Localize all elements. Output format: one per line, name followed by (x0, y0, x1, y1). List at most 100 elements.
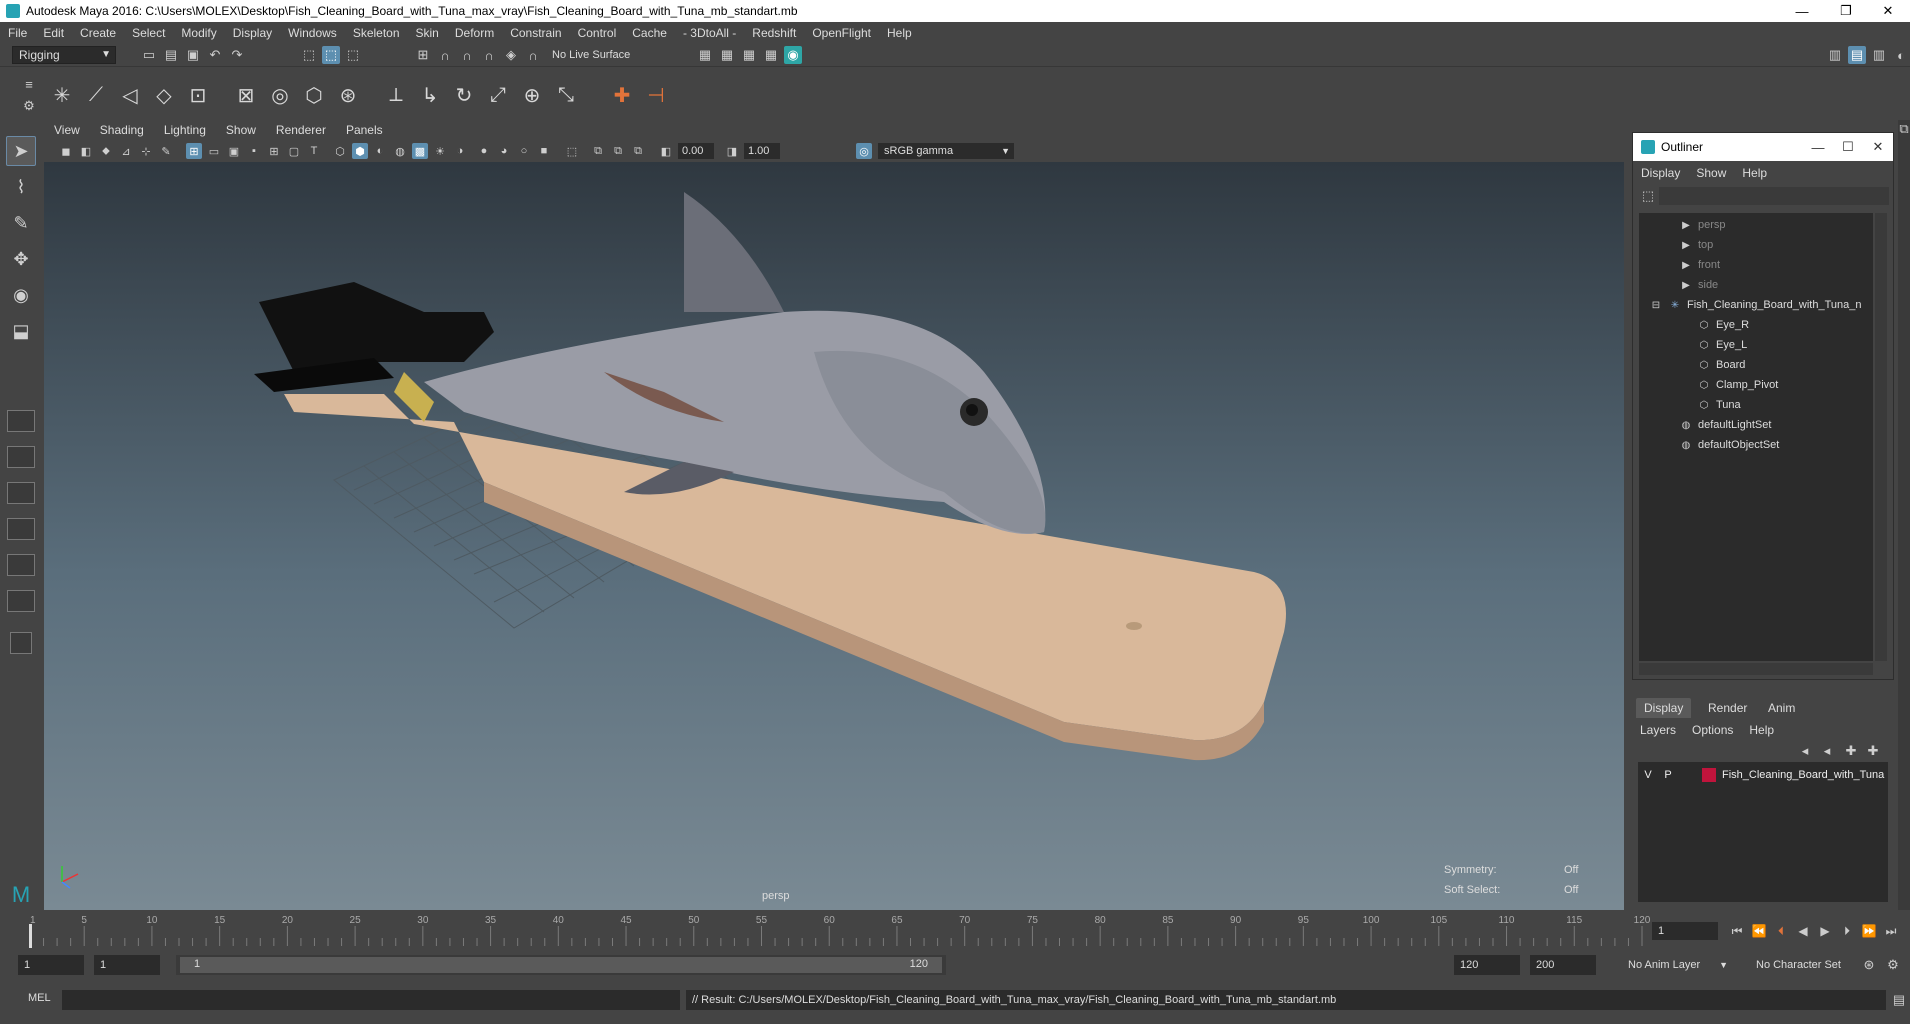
range-slider-handle[interactable]: 1 120 (180, 957, 942, 973)
parent-constraint-icon[interactable]: ⟂ (382, 81, 410, 109)
snap-view-icon[interactable]: ∩ (480, 46, 498, 64)
playback-end-field[interactable]: 120 (1454, 955, 1520, 975)
menu-modify[interactable]: Modify (173, 26, 224, 40)
hypershade-persp-layout-icon[interactable] (7, 590, 35, 612)
xray-icon[interactable]: ⧉ (590, 143, 606, 159)
character-set-dropdown[interactable]: No Character Set (1750, 955, 1870, 975)
layer-menu-help[interactable]: Help (1741, 723, 1782, 737)
two-pane-layout-icon[interactable] (7, 482, 35, 504)
move-layer-down-icon[interactable]: ◂ (1818, 742, 1836, 760)
outliner-horizontal-scrollbar[interactable] (1639, 663, 1873, 675)
float-panel-icon[interactable]: ⧉ (1895, 120, 1910, 138)
viewport-menu-view[interactable]: View (44, 123, 90, 137)
cluster-icon[interactable]: ◎ (266, 81, 294, 109)
hypershade-icon[interactable]: ◉ (784, 46, 802, 64)
film-gate-icon[interactable]: ▭ (206, 143, 222, 159)
open-scene-icon[interactable]: ▤ (162, 46, 180, 64)
anim-layer-dropdown[interactable]: No Anim Layer ▼ (1622, 955, 1732, 975)
rotate-tool-icon[interactable]: ◉ (6, 280, 36, 310)
outliner-item-side[interactable]: ▶ side (1679, 275, 1718, 295)
close-button[interactable]: ✕ (1866, 0, 1910, 22)
default-material-icon[interactable]: ◐ (372, 143, 388, 159)
tab-render[interactable]: Render (1700, 698, 1755, 718)
camera-attributes-icon[interactable]: ◧ (78, 143, 94, 159)
layout-toggle-icon[interactable]: ▤ (1848, 46, 1866, 64)
new-scene-icon[interactable]: ▭ (140, 46, 158, 64)
move-layer-up-icon[interactable]: ◂ (1796, 742, 1814, 760)
select-camera-icon[interactable]: ◼ (58, 143, 74, 159)
insert-joint-icon[interactable]: ⟋ (82, 81, 110, 109)
menu-file[interactable]: File (0, 26, 35, 40)
step-forward-frame-icon[interactable]: ⏵ (1838, 922, 1856, 940)
redo-icon[interactable]: ↷ (228, 46, 246, 64)
add-icon[interactable]: ✚ (608, 81, 636, 109)
outliner-item-tuna[interactable]: ⬡ Tuna (1697, 395, 1741, 415)
outliner-menu-help[interactable]: Help (1734, 166, 1775, 180)
range-slider[interactable]: 1 120 (176, 955, 946, 975)
layer-playback-toggle[interactable]: P (1658, 769, 1678, 781)
script-editor-icon[interactable]: ▤ (1890, 991, 1908, 1009)
layer-color-swatch[interactable] (1702, 768, 1716, 782)
undo-icon[interactable]: ↶ (206, 46, 224, 64)
menu-deform[interactable]: Deform (447, 26, 502, 40)
graph-persp-layout-icon[interactable] (7, 554, 35, 576)
menu-display[interactable]: Display (225, 26, 280, 40)
gamma-icon[interactable]: ◨ (724, 143, 740, 159)
viewport-menu-shading[interactable]: Shading (90, 123, 154, 137)
aim-constraint-icon[interactable]: ⊕ (518, 81, 546, 109)
outliner-item-group[interactable]: ⊟ ✳ Fish_Cleaning_Board_with_Tuna_n (1649, 295, 1862, 315)
menu-redshift[interactable]: Redshift (744, 26, 804, 40)
current-time-marker[interactable] (29, 924, 32, 948)
menu-windows[interactable]: Windows (280, 26, 345, 40)
menu-skin[interactable]: Skin (408, 26, 447, 40)
point-constraint-icon[interactable]: ↳ (416, 81, 444, 109)
scale-tool-icon[interactable]: ⬓ (6, 316, 36, 346)
go-to-end-icon[interactable]: ⏭ (1882, 922, 1900, 940)
depth-of-field-icon[interactable]: ■ (536, 143, 552, 159)
save-scene-icon[interactable]: ▣ (184, 46, 202, 64)
isolate-select-icon[interactable]: ⬚ (564, 143, 580, 159)
gamma-field[interactable]: 1.00 (744, 143, 780, 159)
select-hierarchy-icon[interactable]: ⬚ (300, 46, 318, 64)
textured-icon[interactable]: ▩ (412, 143, 428, 159)
render-view-icon[interactable]: ▦ (762, 46, 780, 64)
viewport-menu-show[interactable]: Show (216, 123, 266, 137)
render-settings-icon[interactable]: ▦ (696, 46, 714, 64)
select-tool-icon[interactable]: ➤ (6, 136, 36, 166)
2d-pan-zoom-icon[interactable]: ⊹ (138, 143, 154, 159)
menu-help[interactable]: Help (879, 26, 920, 40)
image-plane-icon[interactable]: ⊿ (118, 143, 134, 159)
outliner-item-default-light-set[interactable]: ◍ defaultLightSet (1679, 415, 1772, 435)
safe-title-icon[interactable]: T (306, 143, 322, 159)
four-pane-layout-icon[interactable] (7, 446, 35, 468)
shelf-menu-icon[interactable]: ≡ (20, 75, 38, 93)
playback-start-field[interactable]: 1 (94, 955, 160, 975)
snap-curve-icon[interactable]: ∩ (436, 46, 454, 64)
grease-pencil-icon[interactable]: ✎ (158, 143, 174, 159)
outliner-menu-show[interactable]: Show (1688, 166, 1734, 180)
keyframe-icon[interactable]: ⊣ (642, 81, 670, 109)
layer-menu-layers[interactable]: Layers (1632, 723, 1684, 737)
render-frame-icon[interactable]: ▦ (718, 46, 736, 64)
screen-space-ao-icon[interactable]: ● (476, 143, 492, 159)
field-chart-icon[interactable]: ⊞ (266, 143, 282, 159)
outliner-vertical-scrollbar[interactable] (1875, 213, 1887, 661)
menu-control[interactable]: Control (570, 26, 625, 40)
minimize-button[interactable]: — (1780, 0, 1824, 22)
viewport-menu-panels[interactable]: Panels (336, 123, 393, 137)
outliner-minimize-button[interactable]: — (1807, 137, 1829, 157)
outliner-maximize-button[interactable]: ☐ (1837, 137, 1859, 157)
outliner-close-button[interactable]: ✕ (1867, 137, 1889, 157)
time-slider[interactable]: 1 5 10 15 20 25 30 35 40 45 50 55 60 65 70 75 80 85 90 95 10… (22, 912, 1651, 948)
menu-openflight[interactable]: OpenFlight (804, 26, 879, 40)
workspace-icon[interactable]: ▥ (1826, 46, 1844, 64)
anti-aliasing-icon[interactable]: ○ (516, 143, 532, 159)
animation-end-field[interactable]: 200 (1530, 955, 1596, 975)
play-backwards-icon[interactable]: ◀ (1794, 922, 1812, 940)
ipr-render-icon[interactable]: ▦ (740, 46, 758, 64)
restore-button[interactable]: ❐ (1824, 0, 1868, 22)
snap-point-icon[interactable]: ∩ (458, 46, 476, 64)
go-to-start-icon[interactable]: ⏮ (1728, 922, 1746, 940)
snap-surface-icon[interactable]: ◈ (502, 46, 520, 64)
layer-menu-options[interactable]: Options (1684, 723, 1741, 737)
